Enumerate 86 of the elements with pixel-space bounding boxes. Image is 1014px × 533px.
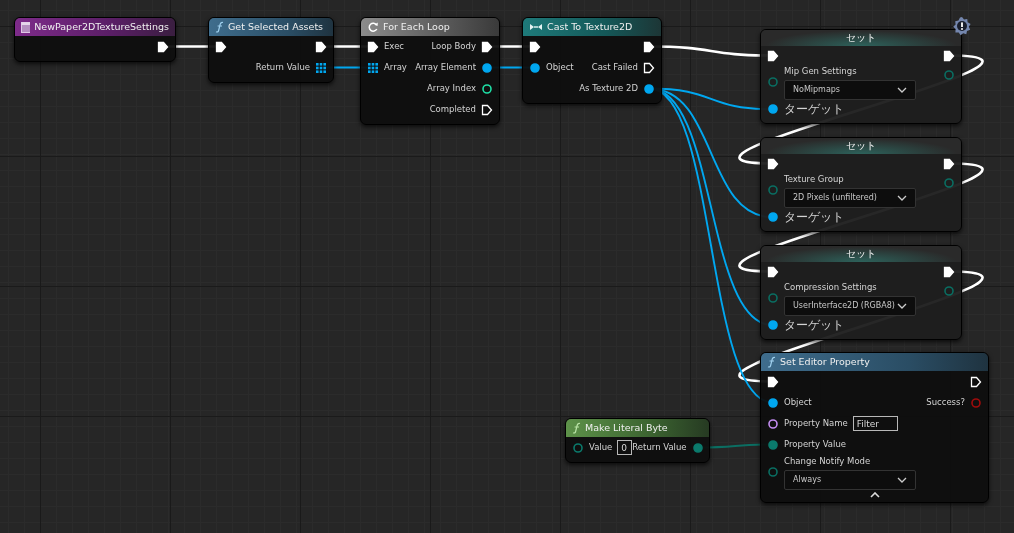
data-pin[interactable]	[529, 61, 541, 74]
chevron-down-icon	[897, 86, 907, 93]
exec-pin[interactable]	[529, 40, 541, 53]
dropdown[interactable]: 2D Pixels (unfiltered)	[784, 187, 916, 208]
node-title: Cast To Texture2D	[547, 19, 633, 34]
data-pin[interactable]	[767, 396, 779, 409]
pin-label: Success?	[926, 396, 965, 409]
node-title: セット	[846, 138, 876, 153]
node-title: Make Literal Byte	[585, 420, 668, 435]
pin-label: Return Value	[255, 61, 310, 74]
pin-label: Completed	[429, 103, 476, 116]
dropdown[interactable]: UserInterface2D (RGBA8)	[784, 295, 916, 316]
graph-node[interactable]: For Each Loop Exec Loop Body Array Array Element Array Index Completed	[360, 17, 500, 125]
pin-label: Property Value	[784, 438, 846, 451]
node-title: セット	[846, 246, 876, 261]
data-pin[interactable]	[643, 82, 655, 95]
pin-label: Value	[589, 441, 613, 454]
chevron-down-icon	[897, 194, 907, 201]
node-title: For Each Loop	[383, 19, 450, 34]
data-pin[interactable]	[767, 319, 779, 332]
data-pin[interactable]	[767, 103, 779, 116]
dropdown[interactable]: Always	[784, 469, 916, 490]
pin-label: ターゲット	[784, 317, 844, 335]
graph-node[interactable]: Set Editor Property Object Success? Property Name Filter Property Value Change Notify Mode Always	[760, 352, 989, 503]
data-pin[interactable]	[767, 417, 779, 430]
exec-pin[interactable]	[481, 40, 493, 53]
exec-pin[interactable]	[157, 40, 169, 53]
text-field[interactable]: Filter	[852, 416, 898, 431]
pin-label: Exec	[384, 40, 405, 53]
exec-pin[interactable]	[643, 40, 655, 53]
pin-label: Return Value	[632, 441, 687, 454]
array-pin[interactable]	[315, 61, 327, 74]
exec-pin[interactable]	[315, 40, 327, 53]
data-pin[interactable]	[767, 211, 779, 224]
function-icon	[767, 356, 776, 368]
pin-label: Array Index	[427, 82, 476, 95]
exec-pin[interactable]	[481, 103, 493, 116]
chevron-up-icon[interactable]	[869, 491, 880, 498]
node-title: Get Selected Assets	[228, 19, 324, 34]
graph-node[interactable]: セット Texture Group 2D Pixels (unfiltered) ターゲット	[760, 137, 962, 232]
pin-label: Object	[784, 396, 812, 409]
pin-label: Loop Body	[431, 40, 476, 53]
exec-pin[interactable]	[943, 265, 955, 278]
cast-icon	[529, 22, 543, 32]
function-icon	[572, 422, 581, 434]
graph-node[interactable]: Get Selected Assets Return Value	[208, 17, 334, 83]
pin-label: Array Element	[415, 61, 476, 74]
exec-pin[interactable]	[767, 49, 779, 62]
exec-pin[interactable]	[215, 40, 227, 53]
exec-pin[interactable]	[643, 61, 655, 74]
data-pin[interactable]	[481, 82, 493, 95]
exec-pin[interactable]	[943, 49, 955, 62]
graph-node[interactable]: Make Literal Byte Value 0 Return Value	[565, 418, 710, 463]
pin-label: Change Notify Mode	[784, 455, 872, 468]
graph-node[interactable]: セット Compression Settings UserInterface2D (RGBA8) ターゲット	[760, 245, 962, 340]
exec-pin[interactable]	[767, 265, 779, 278]
array-pin[interactable]	[367, 61, 379, 74]
chevron-down-icon	[897, 302, 907, 309]
dropdown[interactable]: NoMipmaps	[784, 79, 916, 100]
pin-label: Cast Failed	[591, 61, 638, 74]
text-field[interactable]: 0	[617, 440, 633, 455]
graph-node[interactable]: NewPaper2DTextureSettings	[14, 17, 176, 62]
pin-label: ターゲット	[784, 209, 844, 227]
pin-label: As Texture 2D	[579, 82, 638, 95]
pin-label: ターゲット	[784, 101, 844, 119]
loop-icon	[367, 21, 379, 33]
pin-label: Texture Group	[784, 173, 845, 186]
graph-node[interactable]: Cast To Texture2D Object Cast Failed As Texture 2D	[522, 17, 662, 104]
node-title: セット	[846, 30, 876, 45]
chevron-down-icon	[897, 476, 907, 483]
exec-pin[interactable]	[767, 375, 779, 388]
exec-pin[interactable]	[970, 375, 982, 388]
data-pin[interactable]	[481, 61, 493, 74]
pin-label: Mip Gen Settings	[784, 65, 858, 78]
exec-pin[interactable]	[367, 40, 379, 53]
function-icon	[215, 21, 224, 33]
exec-pin[interactable]	[943, 157, 955, 170]
node-title: NewPaper2DTextureSettings	[34, 19, 169, 34]
pin-label: Object	[546, 61, 574, 74]
node-title: Set Editor Property	[780, 354, 870, 369]
pin-label: Array	[384, 61, 407, 74]
event-icon	[21, 21, 31, 33]
graph-node[interactable]: セット Mip Gen Settings NoMipmaps ターゲット	[760, 29, 962, 124]
pin-label: Property Name	[784, 417, 848, 430]
exec-pin[interactable]	[767, 157, 779, 170]
pin-label: Compression Settings	[784, 281, 878, 294]
